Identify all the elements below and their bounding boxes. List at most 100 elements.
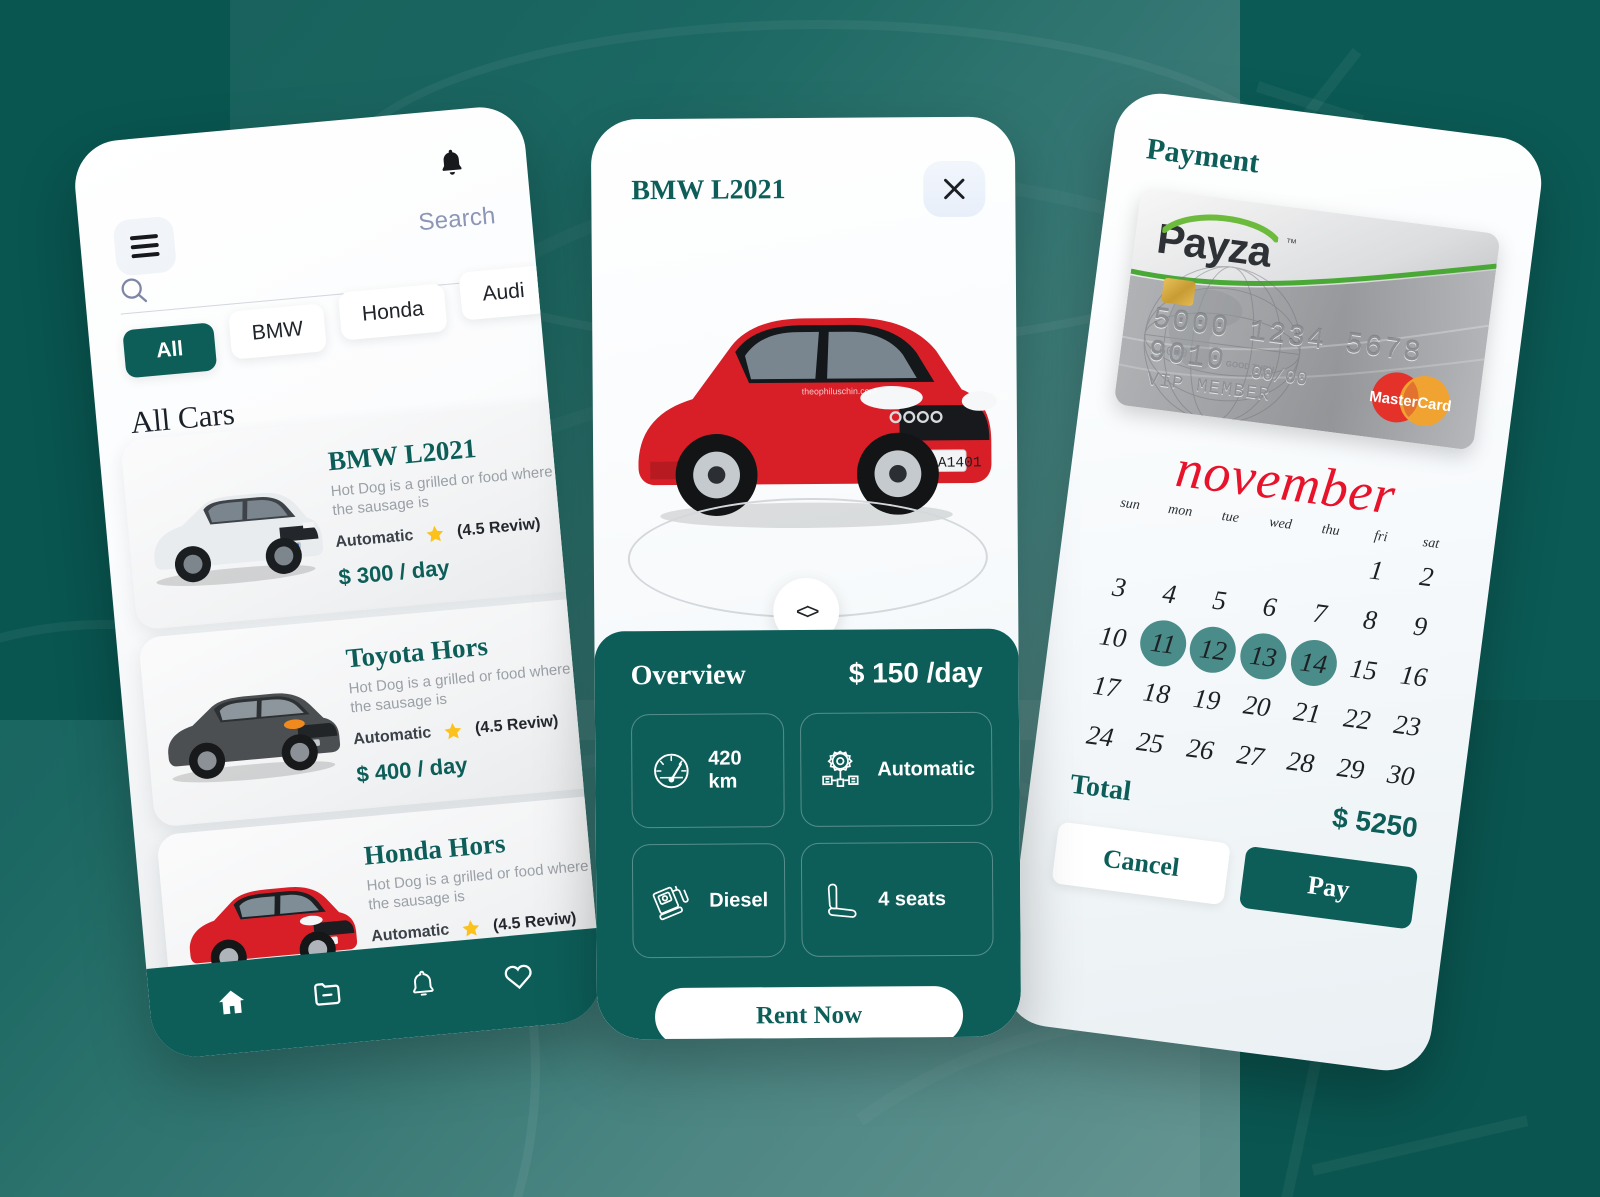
- calendar-day-number: 16: [1398, 658, 1430, 693]
- car-transmission: Automatic: [352, 723, 432, 748]
- spec-fuel[interactable]: Diesel: [631, 843, 786, 959]
- calendar-day-number: 17: [1091, 669, 1122, 703]
- calendar-day-number: 23: [1392, 708, 1423, 742]
- calendar-day-number: 25: [1134, 725, 1166, 759]
- calendar-day-number: 9: [1411, 610, 1429, 642]
- car-price: $ 300 / day: [337, 554, 451, 590]
- calendar-day[interactable]: 18: [1128, 665, 1185, 721]
- filter-chip-honda[interactable]: Honda: [337, 283, 448, 341]
- calendar-day[interactable]: 1: [1348, 542, 1405, 598]
- calendar-day[interactable]: 27: [1222, 727, 1279, 783]
- detail-header: BMW L2021: [631, 160, 986, 219]
- car-thumbnail: [140, 636, 360, 828]
- folder-minus-icon[interactable]: [310, 976, 345, 1011]
- calendar-day[interactable]: 4: [1141, 566, 1198, 622]
- calendar-day[interactable]: 28: [1272, 734, 1329, 790]
- spec-seats[interactable]: 4 seats: [800, 841, 994, 958]
- calendar-day[interactable]: 29: [1322, 741, 1379, 797]
- overview-header: Overview $ 150 /day: [631, 657, 983, 692]
- calendar-day[interactable]: 15: [1335, 641, 1392, 697]
- gear-automatic-icon: [822, 750, 859, 787]
- heart-icon[interactable]: [501, 959, 536, 994]
- calendar-day-number: 26: [1185, 731, 1216, 766]
- detail-hero: IN A1401 theophiluschin.com <>: [592, 247, 1019, 645]
- car-list-item[interactable]: BMW L2021 Hot Dog is a grilled or food w…: [120, 400, 590, 631]
- spec-label: 420 km: [708, 747, 742, 793]
- bell-icon[interactable]: [437, 147, 466, 179]
- calendar-day[interactable]: 17: [1078, 658, 1135, 714]
- spec-label: 4 seats: [878, 887, 947, 911]
- calendar-day[interactable]: 21: [1279, 684, 1336, 740]
- calendar-day-number: 5: [1211, 584, 1229, 616]
- calendar-day-number: 10: [1097, 619, 1129, 653]
- calendar-day[interactable]: 10: [1085, 609, 1142, 665]
- car-rating: (4.5 Reviw): [456, 514, 542, 540]
- calendar-body: 1 2 3 4 5 6 7 8 9 10 11 12 13 14 15 16 17 18 19 20 21 22 23 24 2…: [1072, 510, 1455, 804]
- calendar-day[interactable]: 23: [1379, 697, 1436, 753]
- calendar-day[interactable]: 12: [1185, 622, 1242, 678]
- credit-card[interactable]: Payza ™ 5000 1234 5678 9010 5000 GOOD TH…: [1113, 187, 1501, 451]
- car-list-item[interactable]: Toyota Hors Hot Dog is a grilled or food…: [138, 597, 605, 828]
- car-gray-sedan-icon: [167, 693, 340, 783]
- car-rating: (4.5 Reviw): [474, 712, 560, 737]
- calendar-day[interactable]: 26: [1172, 721, 1229, 777]
- calendar-day-number: 28: [1285, 744, 1316, 779]
- calendar-day[interactable]: 14: [1285, 635, 1342, 691]
- car-info: BMW L2021 Hot Dog is a grilled or food w…: [326, 418, 570, 612]
- calendar-day[interactable]: 20: [1229, 678, 1286, 734]
- close-button[interactable]: [923, 160, 986, 218]
- detail-overview-panel: Overview $ 150 /day 420 km Automatic Die…: [594, 628, 1022, 1040]
- calendar-day[interactable]: 2: [1398, 549, 1455, 605]
- spec-transmission[interactable]: Automatic: [799, 711, 993, 828]
- overview-price: $ 150 /day: [848, 656, 983, 689]
- filter-chip-all[interactable]: All: [122, 322, 218, 379]
- filter-chip-bmw[interactable]: BMW: [227, 303, 328, 360]
- hamburger-bar: [129, 233, 159, 241]
- calendar-day-number: 20: [1241, 688, 1273, 723]
- calendar: sun mon tue wed thu fri sat 1 2 3 4 5 6 7 8 9 10 1…: [1068, 493, 1461, 803]
- left-right-arrows-icon: <>: [795, 597, 817, 624]
- calendar-day-number: 14: [1287, 637, 1340, 689]
- calendar-day[interactable]: 13: [1235, 628, 1292, 684]
- spec-label: Automatic: [877, 757, 976, 781]
- bell-icon[interactable]: [405, 968, 440, 1003]
- filter-chip-audi[interactable]: Audi: [458, 265, 549, 321]
- calendar-day[interactable]: 30: [1373, 747, 1430, 803]
- calendar-day[interactable]: 19: [1178, 671, 1235, 727]
- detail-car-title: BMW L2021: [631, 174, 786, 207]
- spec-mileage[interactable]: 420 km: [630, 713, 785, 829]
- calendar-day-number: 2: [1418, 560, 1436, 592]
- hamburger-bar: [130, 242, 159, 250]
- calendar-day-number: 3: [1110, 571, 1129, 603]
- rent-now-button[interactable]: Rent Now: [654, 985, 964, 1040]
- pay-button[interactable]: Pay: [1238, 845, 1419, 930]
- calendar-day-number: 13: [1237, 630, 1290, 683]
- calendar-day-number: 12: [1187, 624, 1239, 676]
- spec-grid: 420 km Automatic Diesel 4 seats: [630, 711, 994, 959]
- calendar-day[interactable]: 8: [1342, 592, 1399, 648]
- calendar-day[interactable]: 24: [1072, 708, 1129, 764]
- total-label: Total: [1068, 768, 1133, 808]
- calendar-day[interactable]: 25: [1122, 714, 1179, 770]
- total-value: $ 5250: [1330, 801, 1420, 844]
- calendar-day[interactable]: 11: [1135, 615, 1192, 671]
- calendar-day[interactable]: 9: [1392, 598, 1449, 654]
- close-icon: [944, 178, 965, 200]
- calendar-day-number: 30: [1385, 757, 1417, 792]
- calendar-day[interactable]: 22: [1329, 691, 1386, 747]
- calendar-day[interactable]: 6: [1241, 579, 1298, 635]
- star-icon: [462, 919, 480, 936]
- cancel-button[interactable]: Cancel: [1051, 821, 1231, 906]
- calendar-day[interactable]: 7: [1292, 585, 1349, 641]
- calendar-day[interactable]: 3: [1091, 559, 1148, 615]
- home-icon[interactable]: [214, 985, 249, 1020]
- search-label[interactable]: Search: [417, 202, 496, 237]
- calendar-day-number: 27: [1235, 738, 1266, 772]
- calendar-day[interactable]: 5: [1191, 572, 1248, 628]
- fuel-pump-icon: [652, 885, 689, 921]
- calendar-day-number: 18: [1141, 675, 1172, 710]
- calendar-day[interactable]: 16: [1385, 648, 1442, 704]
- calendar-day-number: 24: [1084, 718, 1116, 753]
- calendar-day-number: 8: [1361, 603, 1379, 636]
- calendar-day-number: 1: [1367, 553, 1386, 586]
